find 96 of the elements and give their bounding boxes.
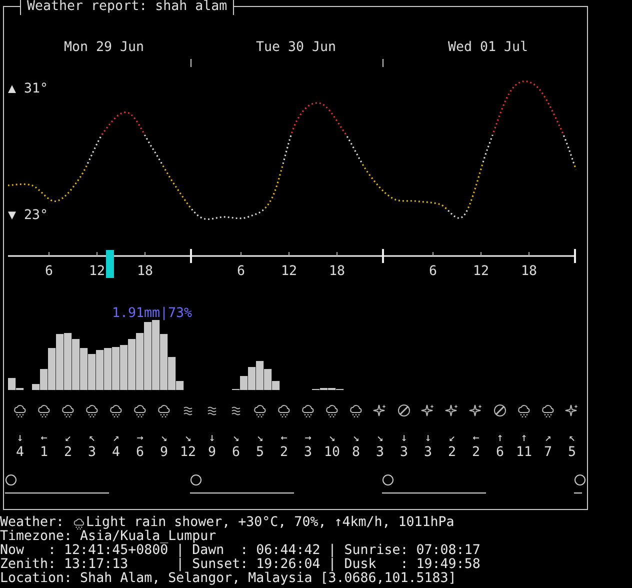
wind-direction: ↗ bbox=[112, 431, 120, 445]
wind-speed: 8 bbox=[352, 445, 360, 461]
wind-speed: 3 bbox=[424, 445, 432, 461]
rain-cloud-icon bbox=[540, 402, 556, 418]
wind-direction: ↓ bbox=[16, 431, 24, 445]
weather-label: Weather: bbox=[0, 516, 64, 530]
rain-cloud-icon bbox=[516, 402, 532, 418]
day-label: Mon 29 Jun bbox=[62, 40, 146, 56]
rain-cloud-icon bbox=[84, 402, 100, 418]
wind-speed: 9 bbox=[160, 445, 168, 461]
wind-direction: ← bbox=[280, 431, 288, 445]
wind-direction: ↓ bbox=[424, 431, 432, 445]
wind-direction: ↓ bbox=[400, 431, 408, 445]
wind-direction: ↙ bbox=[448, 431, 456, 445]
wind-speed: 6 bbox=[136, 445, 144, 461]
wind-direction: ↙ bbox=[64, 431, 72, 445]
wind-direction: ↑ bbox=[496, 431, 504, 445]
wind-speed: 12 bbox=[180, 445, 196, 461]
wind-speed: 2 bbox=[280, 445, 288, 461]
crossed-circle-icon bbox=[396, 402, 412, 418]
hour-label: 6 bbox=[429, 264, 437, 279]
window-title: Weather report: shah alam bbox=[20, 0, 234, 15]
rain-cloud-icon bbox=[276, 402, 292, 418]
rain-cloud-icon bbox=[72, 516, 86, 530]
rain-cloud-icon bbox=[324, 402, 340, 418]
wind-direction: ↓ bbox=[208, 431, 216, 445]
hour-label: 12 bbox=[281, 264, 297, 279]
wind-speed: 4 bbox=[16, 445, 24, 461]
rain-cloud-icon bbox=[300, 402, 316, 418]
sparkle-icon bbox=[444, 402, 460, 418]
hour-label: 6 bbox=[45, 264, 53, 279]
wind-direction: ← bbox=[472, 431, 480, 445]
rain-cloud-icon bbox=[348, 402, 364, 418]
wind-direction: ↑ bbox=[520, 431, 528, 445]
wind-direction: ↘ bbox=[352, 431, 360, 445]
wind-direction: ↘ bbox=[184, 431, 192, 445]
wind-direction: ↖ bbox=[88, 431, 96, 445]
day-label: Wed 01 Jul bbox=[446, 40, 530, 56]
rain-cloud-icon bbox=[156, 402, 172, 418]
wind-speed: 10 bbox=[324, 445, 340, 461]
day-label: Tue 30 Jun bbox=[254, 40, 338, 56]
rain-cloud-icon bbox=[36, 402, 52, 418]
moon-phase-icon bbox=[574, 474, 586, 486]
wind-speed: 9 bbox=[208, 445, 216, 461]
wind-direction: ↗ bbox=[544, 431, 552, 445]
info-line: Location: Shah Alam, Selangor, Malaysia [3.0686,101.5183] bbox=[0, 571, 456, 586]
info-line: Now : 12:41:45+0800 | Dawn : 06:44:42 | Sunrise: 07:08:17 bbox=[0, 543, 480, 558]
hour-label: 18 bbox=[521, 264, 537, 279]
axis-label: ▼ 23° bbox=[8, 208, 48, 223]
wind-direction: → bbox=[136, 431, 144, 445]
wind-direction: ↘ bbox=[328, 431, 336, 445]
hour-label: 18 bbox=[329, 264, 345, 279]
moon-phase-icon bbox=[6, 474, 16, 486]
rain-cloud-icon bbox=[252, 402, 268, 418]
moon-phase-icon bbox=[190, 474, 202, 486]
wind-speed: 5 bbox=[568, 445, 576, 461]
info-line: Timezone: Asia/Kuala_Lumpur bbox=[0, 529, 216, 544]
wind-speed: 3 bbox=[304, 445, 312, 461]
wind-speed: 1 bbox=[40, 445, 48, 461]
wind-direction: ↖ bbox=[568, 431, 576, 445]
wind-direction: ← bbox=[40, 431, 48, 445]
precipitation-summary: 1.91mm|73% bbox=[112, 306, 192, 321]
wind-direction: → bbox=[304, 431, 312, 445]
wind-speed: 3 bbox=[400, 445, 408, 461]
wind-speed: 2 bbox=[448, 445, 456, 461]
moon-phase-icon bbox=[382, 474, 394, 486]
wind-direction: ↘ bbox=[256, 431, 264, 445]
rain-cloud-icon bbox=[132, 402, 148, 418]
rain-cloud-icon bbox=[12, 402, 28, 418]
wind-speed: 11 bbox=[516, 445, 532, 461]
wind-speed: 3 bbox=[88, 445, 96, 461]
sparkle-icon bbox=[564, 402, 580, 418]
hour-label: 12 bbox=[473, 264, 489, 279]
rain-cloud-icon bbox=[60, 402, 76, 418]
axis-label: ▲ 31° bbox=[8, 81, 48, 96]
wind-speed: 2 bbox=[472, 445, 480, 461]
rain-cloud-icon bbox=[108, 402, 124, 418]
info-line: Zenith: 13:17:13 | Sunset: 19:26:04 | Dusk : 19:49:58 bbox=[0, 557, 480, 572]
hour-label: 12 bbox=[89, 264, 105, 279]
crossed-circle-icon bbox=[492, 402, 508, 418]
sparkle-icon bbox=[420, 402, 436, 418]
hour-label: 18 bbox=[137, 264, 153, 279]
wind-direction: ↘ bbox=[376, 431, 384, 445]
wind-speed: 4 bbox=[112, 445, 120, 461]
weather-summary: Light rain shower, +30°C, 70%, ↑4km/h, 1011hPa bbox=[86, 516, 454, 530]
wind-speed: 7 bbox=[544, 445, 552, 461]
sparkle-icon bbox=[468, 402, 484, 418]
wind-speed: 5 bbox=[256, 445, 264, 461]
wind-speed: 3 bbox=[376, 445, 384, 461]
wind-speed: 2 bbox=[64, 445, 72, 461]
hour-label: 6 bbox=[237, 264, 245, 279]
wind-speed: 6 bbox=[496, 445, 504, 461]
wind-direction: ↘ bbox=[160, 431, 168, 445]
wind-direction: ↘ bbox=[232, 431, 240, 445]
sparkle-icon bbox=[372, 402, 388, 418]
wind-speed: 6 bbox=[232, 445, 240, 461]
